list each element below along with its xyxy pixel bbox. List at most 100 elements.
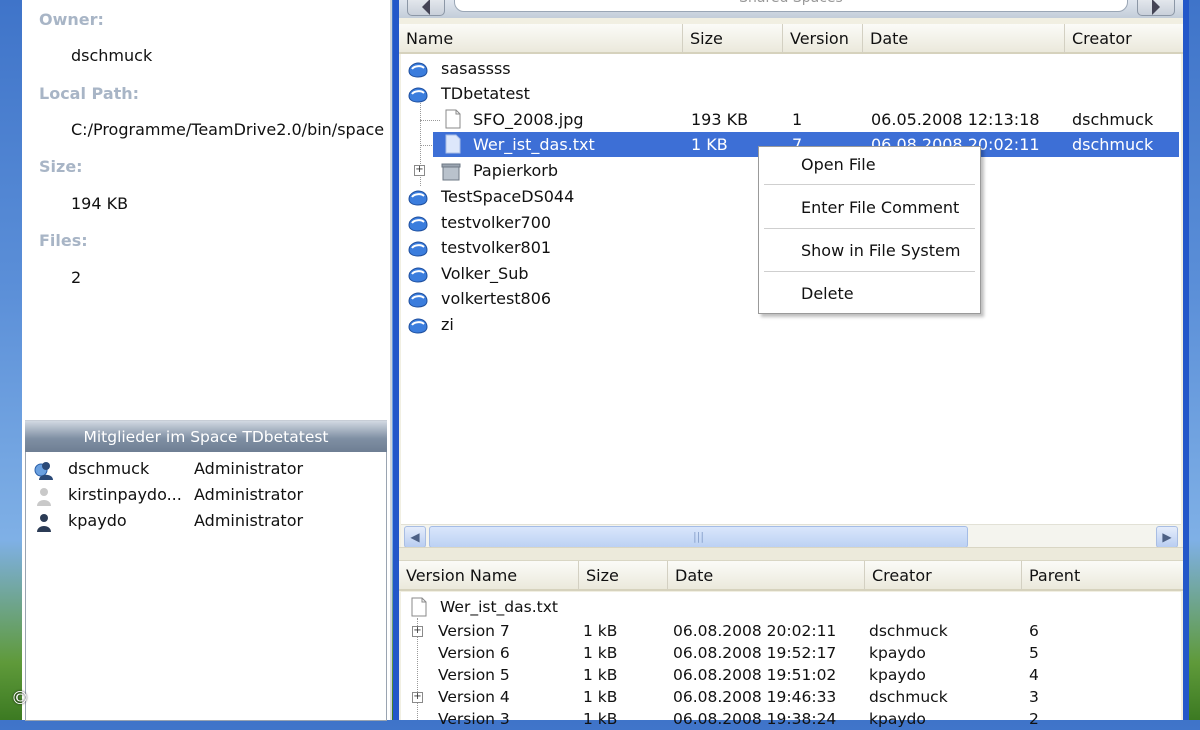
version-creator: kpaydo <box>869 644 926 662</box>
column-header-version-size[interactable]: Size <box>579 561 668 591</box>
version-creator: dschmuck <box>869 622 948 640</box>
space-icon <box>408 267 428 283</box>
version-parent: 6 <box>1029 622 1039 640</box>
member-name: kirstinpaydo... <box>68 485 182 504</box>
menu-separator <box>764 228 975 229</box>
navigation-strip: Shared Spaces <box>399 0 1183 18</box>
column-header-creator[interactable]: Creator <box>1065 24 1183 54</box>
column-header-version-name[interactable]: Version Name <box>399 561 579 591</box>
column-header-version-parent[interactable]: Parent <box>1022 561 1183 591</box>
expand-icon[interactable]: + <box>414 165 425 176</box>
menu-delete[interactable]: Delete <box>801 284 854 303</box>
space-icon <box>408 190 428 206</box>
file-date: 06.05.2008 12:13:18 <box>871 110 1040 129</box>
file-icon <box>445 109 461 129</box>
horizontal-scrollbar[interactable]: ◀ ||| ▶ <box>401 524 1181 548</box>
file-tree: sasassss TDbetatest SFO_2008.jpg 193 KB … <box>401 54 1181 524</box>
version-size: 1 kB <box>583 688 618 706</box>
version-size: 1 kB <box>583 622 618 640</box>
space-name: TDbetatest <box>441 84 530 103</box>
file-version: 1 <box>792 110 803 129</box>
arrow-right-icon <box>1152 0 1160 15</box>
version-row[interactable]: + Version 4 1 kB 06.08.2008 19:46:33 dsc… <box>401 686 1181 708</box>
back-button[interactable] <box>407 0 445 16</box>
space-icon <box>408 241 428 257</box>
member-row[interactable]: kpaydo Administrator <box>26 508 386 534</box>
user-icon <box>37 514 51 532</box>
version-date: 06.08.2008 19:46:33 <box>673 688 837 706</box>
version-name: Version 4 <box>438 688 510 706</box>
version-creator: kpaydo <box>869 710 926 728</box>
version-name: Version 6 <box>438 644 510 662</box>
size-value: 194 KB <box>71 194 129 213</box>
space-selector[interactable]: Shared Spaces <box>454 0 1128 12</box>
version-size: 1 kB <box>583 710 618 728</box>
space-name: sasassss <box>441 59 511 78</box>
forward-button[interactable] <box>1137 0 1175 16</box>
version-parent: 3 <box>1029 688 1039 706</box>
file-creator: dschmuck <box>1072 135 1154 154</box>
menu-separator <box>764 184 975 185</box>
version-name: Version 5 <box>438 666 510 684</box>
expand-icon[interactable]: + <box>412 626 423 637</box>
member-row[interactable]: dschmuck Administrator <box>26 456 386 482</box>
user-offline-icon <box>37 488 51 506</box>
member-row[interactable]: kirstinpaydo... Administrator <box>26 482 386 508</box>
context-menu: Open File Enter File Comment Show in Fil… <box>758 146 981 314</box>
version-row[interactable]: + Version 7 1 kB 06.08.2008 20:02:11 dsc… <box>401 620 1181 642</box>
member-name: kpaydo <box>68 511 127 530</box>
menu-show-in-file-system[interactable]: Show in File System <box>801 241 960 260</box>
user-online-icon <box>34 462 53 480</box>
space-name: testvolker700 <box>441 213 552 232</box>
version-creator: dschmuck <box>869 688 948 706</box>
version-date: 06.08.2008 19:51:02 <box>673 666 837 684</box>
version-parent: 5 <box>1029 644 1039 662</box>
size-label: Size: <box>39 157 83 176</box>
local-path-label: Local Path: <box>39 84 140 103</box>
files-value: 2 <box>71 268 82 287</box>
file-name: Wer_ist_das.txt <box>473 135 595 154</box>
space-name: TestSpaceDS044 <box>441 187 575 206</box>
copyright-mark: © <box>11 688 29 709</box>
menu-open-file[interactable]: Open File <box>801 155 876 174</box>
column-header-version[interactable]: Version <box>783 24 863 54</box>
arrow-left-icon <box>422 0 430 15</box>
column-header-name[interactable]: Name <box>399 24 683 54</box>
version-file-name: Wer_ist_das.txt <box>440 598 558 616</box>
space-icon <box>408 318 428 334</box>
file-icon <box>411 597 427 617</box>
owner-value: dschmuck <box>71 46 153 65</box>
version-row[interactable]: Version 6 1 kB 06.08.2008 19:52:17 kpayd… <box>401 642 1181 664</box>
version-parent: 2 <box>1029 710 1039 728</box>
space-name: zi <box>441 315 454 334</box>
scroll-left-icon[interactable]: ◀ <box>404 526 426 548</box>
version-row[interactable]: Version 5 1 kB 06.08.2008 19:51:02 kpayd… <box>401 664 1181 686</box>
version-name: Version 3 <box>438 710 510 728</box>
file-browser-panel: Shared Spaces Name Size Version Date Cre… <box>399 0 1183 728</box>
version-size: 1 kB <box>583 666 618 684</box>
file-size: 193 KB <box>691 110 749 129</box>
menu-enter-file-comment[interactable]: Enter File Comment <box>801 198 959 217</box>
file-row[interactable]: SFO_2008.jpg 193 KB 1 06.05.2008 12:13:1… <box>401 107 1181 132</box>
scroll-thumb[interactable]: ||| <box>429 526 968 548</box>
column-header-version-date[interactable]: Date <box>668 561 865 591</box>
expand-icon[interactable]: + <box>412 692 423 703</box>
version-name: Version 7 <box>438 622 510 640</box>
column-header-size[interactable]: Size <box>683 24 783 54</box>
pane-splitter[interactable] <box>399 547 1183 561</box>
version-parent: 4 <box>1029 666 1039 684</box>
space-icon <box>408 87 428 103</box>
file-size: 1 KB <box>691 135 728 154</box>
file-name: SFO_2008.jpg <box>473 110 584 129</box>
owner-label: Owner: <box>39 10 104 29</box>
version-date: 06.08.2008 19:52:17 <box>673 644 837 662</box>
column-header-version-creator[interactable]: Creator <box>865 561 1022 591</box>
menu-separator <box>764 271 975 272</box>
scroll-right-icon[interactable]: ▶ <box>1156 526 1178 548</box>
local-path-value: C:/Programme/TeamDrive2.0/bin/space <box>71 120 385 139</box>
version-row[interactable]: Version 3 1 kB 06.08.2008 19:38:24 kpayd… <box>401 708 1181 730</box>
column-header-date[interactable]: Date <box>863 24 1065 54</box>
space-icon <box>408 292 428 308</box>
file-icon <box>445 134 461 154</box>
space-name: testvolker801 <box>441 238 552 257</box>
